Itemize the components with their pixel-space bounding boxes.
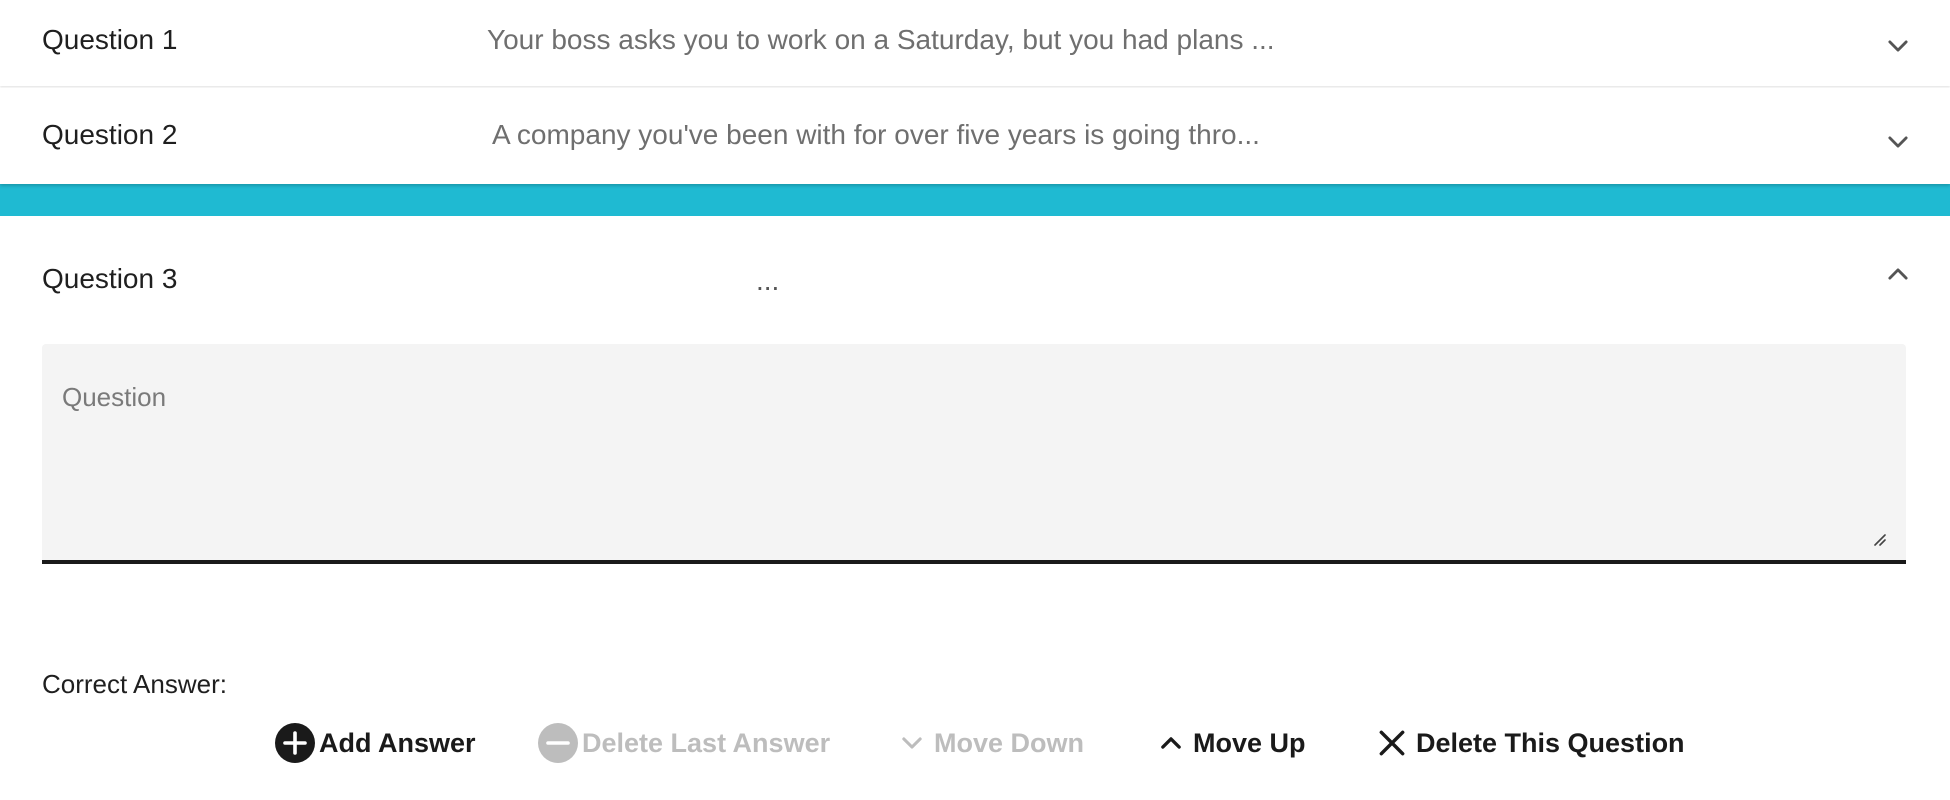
delete-question-button[interactable]: Delete This Question <box>1376 721 1685 765</box>
resize-handle-icon[interactable] <box>1870 530 1886 546</box>
delete-last-answer-label: Delete Last Answer <box>582 728 831 758</box>
move-up-button[interactable]: Move Up <box>1157 721 1306 765</box>
active-question-accent-bar <box>0 184 1950 216</box>
chevron-down-icon[interactable] <box>1884 128 1912 156</box>
question-1-label: Question 1 <box>42 24 178 55</box>
delete-last-answer-button[interactable]: Delete Last Answer <box>538 721 830 765</box>
add-answer-button[interactable]: Add Answer <box>275 721 476 765</box>
question-1-preview: Your boss asks you to work on a Saturday… <box>487 24 1275 55</box>
chevron-up-icon[interactable] <box>1884 260 1912 288</box>
question-2-label: Question 2 <box>42 119 178 150</box>
chevron-down-icon <box>898 729 926 757</box>
minus-circle-icon <box>538 723 578 763</box>
chevron-up-icon <box>1157 729 1185 757</box>
question-textarea[interactable] <box>42 344 1906 560</box>
move-down-button[interactable]: Move Down <box>898 721 1084 765</box>
delete-question-label: Delete This Question <box>1416 728 1685 758</box>
quiz-editor: Question 1 Your boss asks you to work on… <box>0 0 1950 800</box>
close-icon <box>1376 727 1408 759</box>
add-answer-label: Add Answer <box>319 728 476 758</box>
question-2-header[interactable]: Question 2 A company you've been with fo… <box>0 88 1950 184</box>
plus-circle-icon <box>275 723 315 763</box>
question-1-header[interactable]: Question 1 Your boss asks you to work on… <box>0 0 1950 86</box>
chevron-down-icon[interactable] <box>1884 32 1912 60</box>
question-3-label: Question 3 <box>42 263 178 294</box>
question-text-field <box>42 344 1906 564</box>
question-2-preview: A company you've been with for over five… <box>492 119 1260 150</box>
question-actions: Add Answer Delete Last Answer Move Down … <box>0 721 1950 765</box>
question-3-preview: ... <box>756 265 780 296</box>
move-up-label: Move Up <box>1193 728 1306 758</box>
correct-answer-label: Correct Answer: <box>42 669 227 699</box>
move-down-label: Move Down <box>934 728 1085 758</box>
